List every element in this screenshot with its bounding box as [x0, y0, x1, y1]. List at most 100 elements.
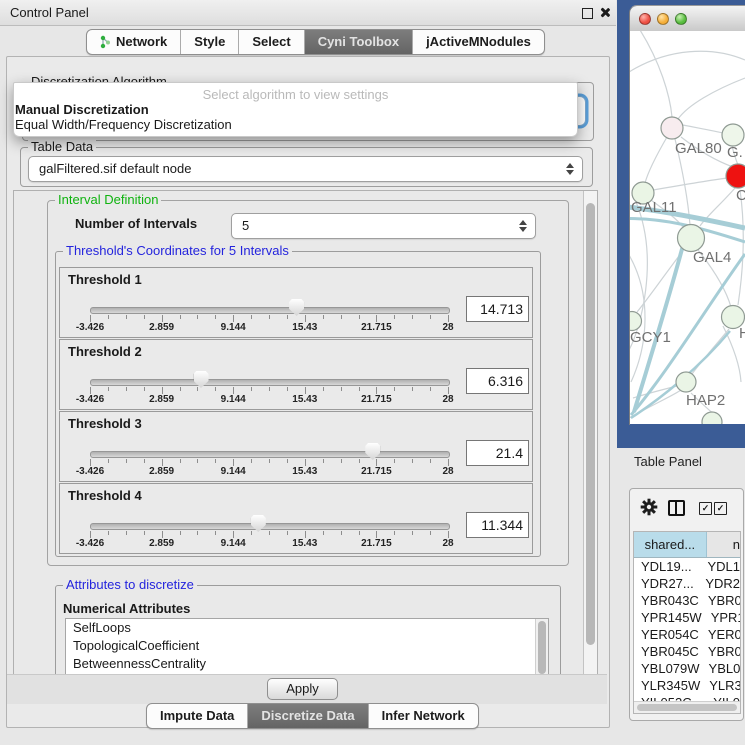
scrollbar-thumb[interactable] — [637, 704, 737, 711]
network-edge[interactable] — [640, 31, 672, 117]
slider-tick-label: -3.426 — [66, 538, 114, 549]
slider-tick-label: 21.715 — [352, 466, 400, 477]
slider-tick-label: 28 — [424, 538, 472, 549]
cell-name[interactable]: YBL0 — [700, 660, 740, 677]
checkbox-select-icon[interactable]: ✓ — [699, 502, 712, 515]
slider-tick-label: 9.144 — [209, 394, 257, 405]
attribute-list-item[interactable]: TopologicalCoefficient — [66, 637, 548, 655]
tab-style[interactable]: Style — [180, 30, 238, 54]
dropdown-option[interactable]: Manual Discretization — [14, 102, 577, 117]
table-row[interactable]: YPR145WYPR1 — [634, 609, 740, 626]
float-window-icon[interactable] — [582, 8, 593, 19]
close-icon[interactable] — [599, 7, 610, 18]
numerical-attributes-list[interactable]: SelfLoopsTopologicalCoefficientBetweenne… — [65, 618, 549, 676]
number-of-intervals-combobox[interactable]: 5 — [231, 213, 536, 239]
table-row[interactable]: YBL079WYBL0 — [634, 660, 740, 677]
threshold-slider-track[interactable] — [90, 523, 450, 530]
tab-jactivemnodules[interactable]: jActiveMNodules — [412, 30, 544, 54]
attributes-group-title: Attributes to discretize — [63, 578, 197, 591]
slider-tick-label: 2.859 — [138, 322, 186, 333]
network-node[interactable] — [702, 412, 722, 424]
tab-label: Infer Network — [382, 705, 465, 727]
cell-shared-name[interactable]: YBR045C — [634, 643, 699, 660]
combo-stepper-icon[interactable] — [566, 163, 574, 175]
column-header-name[interactable]: n — [707, 532, 740, 557]
table-row[interactable]: YLR345WYLR3 — [634, 677, 740, 694]
network-edge[interactable] — [738, 190, 743, 305]
apply-button[interactable]: Apply — [267, 678, 338, 700]
scrollbar-thumb[interactable] — [586, 203, 595, 645]
tab-impute-data[interactable]: Impute Data — [147, 704, 247, 728]
threshold-slider-track[interactable] — [90, 451, 450, 458]
cell-name[interactable]: YBR0 — [699, 592, 740, 609]
zoom-traffic-light-icon[interactable] — [675, 13, 687, 25]
node-label: G. — [727, 144, 743, 161]
network-canvas[interactable]: GAL80G.CGAL11GAL4GCY1HHAP2 — [630, 31, 745, 424]
cell-name[interactable]: YLR3 — [700, 677, 740, 694]
tab-network[interactable]: Network — [87, 30, 180, 54]
network-edge[interactable] — [645, 137, 667, 183]
table-row[interactable]: YBR043CYBR0 — [634, 592, 740, 609]
split-columns-icon[interactable] — [668, 500, 685, 516]
node-table: shared... n YDL19...YDL1YDR27...YDR2YBR0… — [633, 531, 741, 714]
network-graph[interactable]: GAL80G.CGAL11GAL4GCY1HHAP2 — [630, 31, 745, 424]
network-node-C[interactable] — [726, 164, 745, 188]
minimize-traffic-light-icon[interactable] — [657, 13, 669, 25]
close-traffic-light-icon[interactable] — [639, 13, 651, 25]
node-label: HAP2 — [686, 392, 725, 409]
table-row[interactable]: YBR045CYBR0 — [634, 643, 740, 660]
network-node-GAL80[interactable] — [661, 117, 683, 139]
slider-tick-label: 28 — [424, 394, 472, 405]
network-window-titlebar[interactable] — [630, 6, 745, 32]
threshold-value-field[interactable]: 6.316 — [466, 368, 529, 394]
dropdown-option[interactable]: Equal Width/Frequency Discretization — [14, 117, 577, 132]
table-row[interactable]: YDR27...YDR2 — [634, 575, 740, 592]
cell-shared-name[interactable]: YLR345W — [634, 677, 700, 694]
cell-shared-name[interactable]: YDR27... — [634, 575, 696, 592]
network-node-G[interactable] — [722, 124, 744, 146]
threshold-slider-track[interactable] — [90, 379, 450, 386]
cell-shared-name[interactable]: YPR145W — [634, 609, 702, 626]
table-panel-title: Table Panel — [634, 454, 702, 469]
gear-icon[interactable] — [640, 498, 658, 516]
slider-tick-label: 2.859 — [138, 394, 186, 405]
cell-name[interactable]: YPR1 — [702, 609, 740, 626]
scrollbar-thumb[interactable] — [538, 621, 546, 674]
threshold-value-field[interactable]: 14.713 — [466, 296, 529, 322]
network-node-HAP2[interactable] — [676, 372, 696, 392]
attribute-list-item[interactable]: SelfLoops — [66, 619, 548, 637]
cell-name[interactable]: YDL1 — [698, 558, 740, 575]
cell-shared-name[interactable]: YBL079W — [634, 660, 700, 677]
threshold-slider-track[interactable] — [90, 307, 450, 314]
checkbox-select-all-icon[interactable]: ✓ — [714, 502, 727, 515]
pane-scrollbar[interactable] — [583, 191, 597, 675]
horizontal-scrollbar[interactable] — [634, 701, 740, 713]
table-row[interactable]: YER054CYER0 — [634, 626, 740, 643]
threshold-value-field[interactable]: 11.344 — [466, 512, 529, 538]
table-row[interactable]: YDL19...YDL1 — [634, 558, 740, 575]
tab-discretize-data[interactable]: Discretize Data — [247, 704, 367, 728]
network-edge[interactable] — [678, 78, 745, 119]
combo-stepper-icon[interactable] — [519, 220, 527, 232]
tab-cyni-toolbox[interactable]: Cyni Toolbox — [304, 30, 412, 54]
cell-name[interactable]: YER0 — [699, 626, 740, 643]
slider-tick-label: 15.43 — [281, 466, 329, 477]
network-edge[interactable] — [630, 51, 745, 72]
list-scrollbar[interactable] — [535, 619, 548, 676]
cell-name[interactable]: YBR0 — [699, 643, 740, 660]
network-edge[interactable] — [683, 125, 723, 133]
network-edge[interactable] — [653, 178, 727, 190]
table-data-combobox[interactable]: galFiltered.sif default node — [28, 156, 583, 182]
tab-select[interactable]: Select — [238, 30, 303, 54]
threshold-panel: Threshold 2 -3.4262.8599.14415.4321.7152… — [59, 339, 533, 410]
cell-shared-name[interactable]: YER054C — [634, 626, 699, 643]
cell-name[interactable]: YDR2 — [696, 575, 740, 592]
attribute-list-item[interactable]: BetweennessCentrality — [66, 655, 548, 673]
column-header-shared-name[interactable]: shared... — [634, 532, 707, 557]
cell-shared-name[interactable]: YDL19... — [634, 558, 698, 575]
tab-infer-network[interactable]: Infer Network — [368, 704, 478, 728]
cell-shared-name[interactable]: YBR043C — [634, 592, 699, 609]
network-node-GAL4[interactable] — [678, 225, 705, 252]
network-node-GCY1[interactable] — [630, 312, 642, 331]
threshold-value-field[interactable]: 21.4 — [466, 440, 529, 466]
